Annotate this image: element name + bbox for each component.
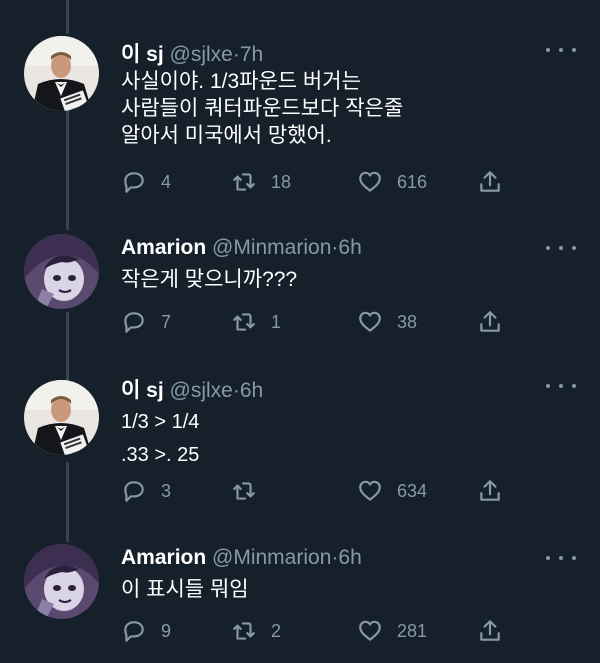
retweet-button[interactable] [231,476,271,506]
separator-dot: · [232,379,240,402]
share-button[interactable] [477,476,503,506]
tweet-text: 1/3 > 1/4 .33 >. 25 [121,411,200,466]
share-icon [480,171,500,192]
reply-count: 7 [161,311,172,332]
tweet-header: 이 sj @sjlxe·7h [121,38,263,68]
retweet-button[interactable]: 1 [231,307,281,337]
like-count: 38 [397,311,418,332]
user-handle[interactable]: @sjlxe [170,43,233,66]
reply-button[interactable]: 3 [121,476,171,506]
timestamp[interactable]: 7h [240,43,263,66]
like-button[interactable]: 634 [357,476,427,506]
like-button[interactable]: 38 [357,307,417,337]
more-options-button[interactable] [546,548,576,568]
more-options-button[interactable] [546,40,576,60]
tweet-actions: 7 1 38 [121,307,501,337]
more-dot-icon [559,556,563,560]
tweet[interactable]: 이 sj @sjlxe·7h 사실이야. 1/3파운드 버거는 사람들이 쿼터파… [0,0,600,220]
tweet-text: 작은게 맞으니까??? [121,268,298,291]
retweet-button[interactable]: 2 [231,616,281,646]
more-dot-icon [572,384,576,388]
timestamp[interactable]: 6h [240,379,263,402]
user-handle[interactable]: @Minmarion [212,236,331,259]
display-name[interactable]: 이 sj [121,43,164,66]
retweet-icon [233,173,255,191]
tweet[interactable]: Amarion @Minmarion·6h 이 표시들 뭐임 9 2 281 [0,532,600,663]
tweet-actions: 4 18 616 [121,167,501,197]
more-dot-icon [572,246,576,250]
tweet-text: 사실이야. 1/3파운드 버거는 사람들이 쿼터파운드보다 작은줄 알아서 미국… [121,70,404,147]
like-count: 616 [397,171,428,192]
like-count: 634 [397,480,428,501]
display-name[interactable]: Amarion [121,236,206,259]
tweet-actions: 3 634 [121,476,501,506]
more-dot-icon [572,48,576,52]
more-dot-icon [546,384,550,388]
retweet-icon [233,622,255,640]
retweet-count: 1 [271,311,282,332]
avatar[interactable] [24,234,99,309]
retweet-count: 18 [271,171,292,192]
reply-icon [124,621,144,642]
tweet[interactable]: 이 sj @sjlxe·6h 1/3 > 1/4 .33 >. 25 3 634 [0,362,600,532]
reply-button[interactable]: 9 [121,616,171,646]
share-button[interactable] [477,167,503,197]
heart-icon [359,171,381,192]
more-dot-icon [559,384,563,388]
share-icon [480,620,500,641]
share-icon [480,311,500,332]
heart-icon [359,311,381,332]
retweet-icon [233,313,255,331]
share-icon [480,480,500,501]
more-dot-icon [559,48,563,52]
man-in-tuxedo-avatar-icon [24,36,99,111]
share-button[interactable] [477,307,503,337]
retweet-count: 2 [271,620,282,641]
more-dot-icon [546,246,550,250]
tweet-actions: 9 2 281 [121,616,501,646]
separator-dot: · [232,43,240,66]
tweet[interactable]: Amarion @Minmarion·6h 작은게 맞으니까??? 7 1 38 [0,222,600,362]
more-dot-icon [572,556,576,560]
reply-icon [124,312,144,333]
like-button[interactable]: 281 [357,616,427,646]
tweet-header: Amarion @Minmarion·6h [121,546,362,570]
tweet-header: Amarion @Minmarion·6h [121,236,362,260]
reply-count: 9 [161,620,172,641]
man-in-tuxedo-avatar-icon [24,380,99,455]
user-handle[interactable]: @sjlxe [170,379,233,402]
more-dot-icon [546,556,550,560]
display-name[interactable]: 이 sj [121,379,164,402]
display-name[interactable]: Amarion [121,546,206,569]
reply-icon [124,172,144,193]
reply-button[interactable]: 4 [121,167,171,197]
timestamp[interactable]: 6h [338,236,361,259]
more-dot-icon [559,246,563,250]
anime-character-avatar-icon [24,234,99,309]
tweet-header: 이 sj @sjlxe·6h [121,374,263,404]
avatar[interactable] [24,544,99,619]
more-dot-icon [546,48,550,52]
reply-count: 3 [161,480,172,501]
anime-character-avatar-icon [24,544,99,619]
user-handle[interactable]: @Minmarion [212,546,331,569]
reply-button[interactable]: 7 [121,307,171,337]
heart-icon [359,620,381,641]
timestamp[interactable]: 6h [338,546,361,569]
like-button[interactable]: 616 [357,167,427,197]
more-options-button[interactable] [546,376,576,396]
more-options-button[interactable] [546,238,576,258]
heart-icon [359,480,381,501]
avatar[interactable] [24,380,99,455]
retweet-icon [233,482,255,500]
reply-icon [124,481,144,502]
like-count: 281 [397,620,428,641]
tweet-text: 이 표시들 뭐임 [121,578,249,601]
reply-count: 4 [161,171,172,192]
retweet-button[interactable]: 18 [231,167,291,197]
share-button[interactable] [477,616,503,646]
avatar[interactable] [24,36,99,111]
